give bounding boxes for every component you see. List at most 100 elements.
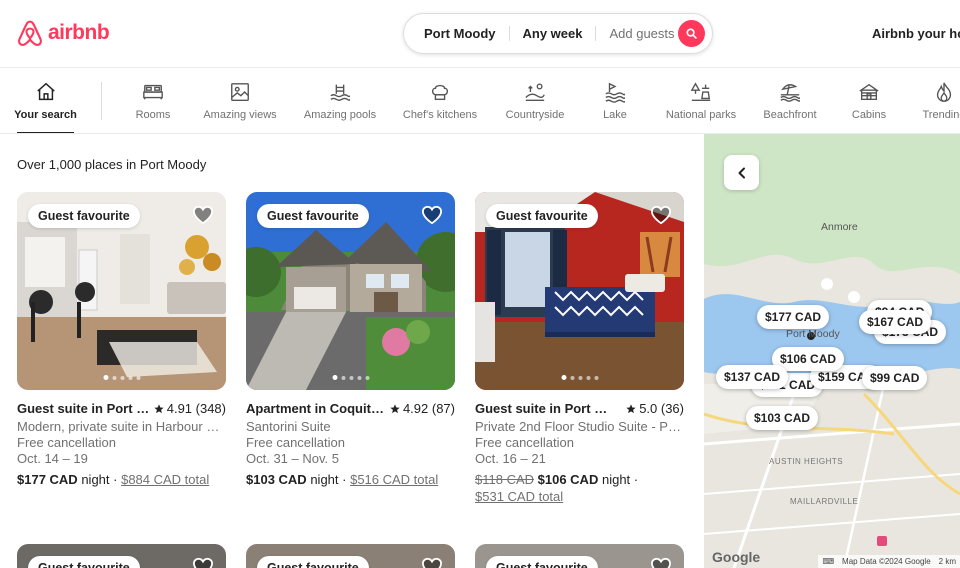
category-divider [101,82,102,120]
price-total[interactable]: $531 CAD total [475,489,563,504]
map-attribution[interactable]: Map Data ©2024 Google [842,557,931,566]
map-footer: ⌨ Map Data ©2024 Google 2 km [818,555,960,568]
price-total[interactable]: $884 CAD total [121,472,209,487]
chef-hat-icon [431,84,449,101]
cabin-icon [859,83,879,101]
guest-favourite-badge: Guest favourite [486,204,598,228]
listing-dates: Oct. 14 – 19 [17,451,88,466]
top-header: airbnb Port Moody Any week Add guests Ai… [0,0,960,68]
price-unit: night [601,472,631,487]
category-beachfront[interactable]: Beachfront [762,68,818,133]
category-chefs-kitchens[interactable]: Chef's kitchens [403,68,477,133]
listing-rating: 4.91 (348) [154,401,226,416]
map-label-austin-heights: AUSTIN HEIGHTS [769,457,844,466]
listing-price: $177 CAD night · $884 CAD total [17,472,210,487]
listing-cancellation: Free cancellation [246,435,345,450]
category-label: Your search [14,109,77,121]
house-icon [36,82,55,101]
listing-photo[interactable]: Guest favourite [246,544,455,568]
price-pin[interactable]: $177 CAD [757,305,830,329]
price-pin[interactable]: $99 CAD [862,366,928,390]
search-location[interactable]: Port Moody [404,26,509,41]
rating-value: 4.91 (348) [166,401,226,416]
listing-card[interactable]: Guest favourite [17,544,226,568]
host-link[interactable]: Airbnb your home [872,26,960,41]
category-label: Cabins [851,109,887,121]
photo-carousel-dots [103,375,140,380]
price-pin[interactable]: $167 CAD [859,310,932,334]
listing-photo[interactable]: Guest favourite [246,192,455,390]
category-your-search[interactable]: Your search [14,68,77,133]
results-count: Over 1,000 places in Port Moody [17,157,207,172]
category-national-parks[interactable]: National parks [665,68,737,133]
listing-subtitle: Santorini Suite [246,419,331,434]
listing-photo[interactable]: Guest favourite [17,544,226,568]
category-lake[interactable]: Lake [601,68,629,133]
park-icon [690,82,711,101]
lake-icon [605,82,626,103]
price-total[interactable]: $516 CAD total [350,472,438,487]
category-amazing-pools[interactable]: Amazing pools [304,68,376,133]
search-guests[interactable]: Add guests [595,26,687,41]
listing-rating: 5.0 (36) [626,401,684,416]
photo-carousel-dots [332,375,369,380]
listing-subtitle: Modern, private suite in Harbour Heights [17,419,226,434]
heart-icon[interactable] [650,557,672,568]
listing-card[interactable]: Guest favourite Guest suite in Port Mood… [17,192,226,488]
price-unit: night [81,472,110,487]
star-icon [626,403,636,413]
listing-subtitle: Private 2nd Floor Studio Suite - Port Mo… [475,419,684,434]
search-bar[interactable]: Port Moody Any week Add guests [403,13,713,54]
original-price: $118 CAD [475,472,535,487]
category-label: Rooms [135,109,171,121]
map-collapse-button[interactable] [724,155,759,190]
heart-icon[interactable] [421,557,443,568]
heart-icon[interactable] [421,205,443,230]
category-trending[interactable]: Trending [922,68,960,133]
listing-photo[interactable]: Guest favourite [17,192,226,390]
map-label-port-moody: Port Moody [786,328,840,340]
listing-photo[interactable]: Guest favourite [475,544,684,568]
category-label: Amazing views [203,109,277,121]
price-pin[interactable]: $103 CAD [746,406,819,430]
listing-photo[interactable]: Guest favourite [475,192,684,390]
listing-price: $103 CAD night · $516 CAD total [246,472,439,487]
category-rooms[interactable]: Rooms [133,68,173,133]
listing-cancellation: Free cancellation [17,435,116,450]
search-week[interactable]: Any week [508,26,596,41]
guest-favourite-badge: Guest favourite [486,556,598,568]
guest-favourite-badge: Guest favourite [28,204,140,228]
airbnb-logo[interactable]: airbnb [16,18,110,48]
keyboard-icon[interactable]: ⌨ [822,557,834,566]
listing-card[interactable]: Guest favourite Apartment in Coquitlam 4… [246,192,455,488]
listing-card[interactable]: Guest favourite [246,544,455,568]
category-countryside[interactable]: Countryside [505,68,565,133]
pool-icon [330,84,351,101]
listing-card[interactable]: Guest favourite Guest suite in Port Mood… [475,192,684,505]
star-icon [390,403,400,413]
price-unit: night [310,472,339,487]
chevron-left-icon [738,167,745,178]
rating-value: 5.0 (36) [639,401,684,416]
category-bar: Your search Rooms Amazing views Amazing … [0,68,960,134]
listing-card[interactable]: Guest favourite [475,544,684,568]
price-pin[interactable]: $137 CAD [716,365,789,389]
category-label: Countryside [505,109,565,121]
map-panel[interactable]: Anmore Port Moody AUSTIN HEIGHTS MAILLAR… [704,134,960,568]
heart-icon[interactable] [192,205,214,230]
map-label-anmore: Anmore [821,221,858,233]
picture-icon [231,83,249,101]
beach-icon [780,84,801,102]
category-label: National parks [665,109,737,121]
photo-carousel-dots [561,375,598,380]
heart-icon[interactable] [650,205,672,230]
guest-favourite-badge: Guest favourite [257,556,369,568]
category-amazing-views[interactable]: Amazing views [203,68,277,133]
category-cabins[interactable]: Cabins [851,68,887,133]
price-per-night: $177 CAD [17,472,78,487]
logo-text: airbnb [48,21,110,44]
search-button[interactable] [678,20,705,47]
listing-title: Apartment in Coquitlam [246,401,384,416]
flame-icon [936,82,952,102]
heart-icon[interactable] [192,557,214,568]
